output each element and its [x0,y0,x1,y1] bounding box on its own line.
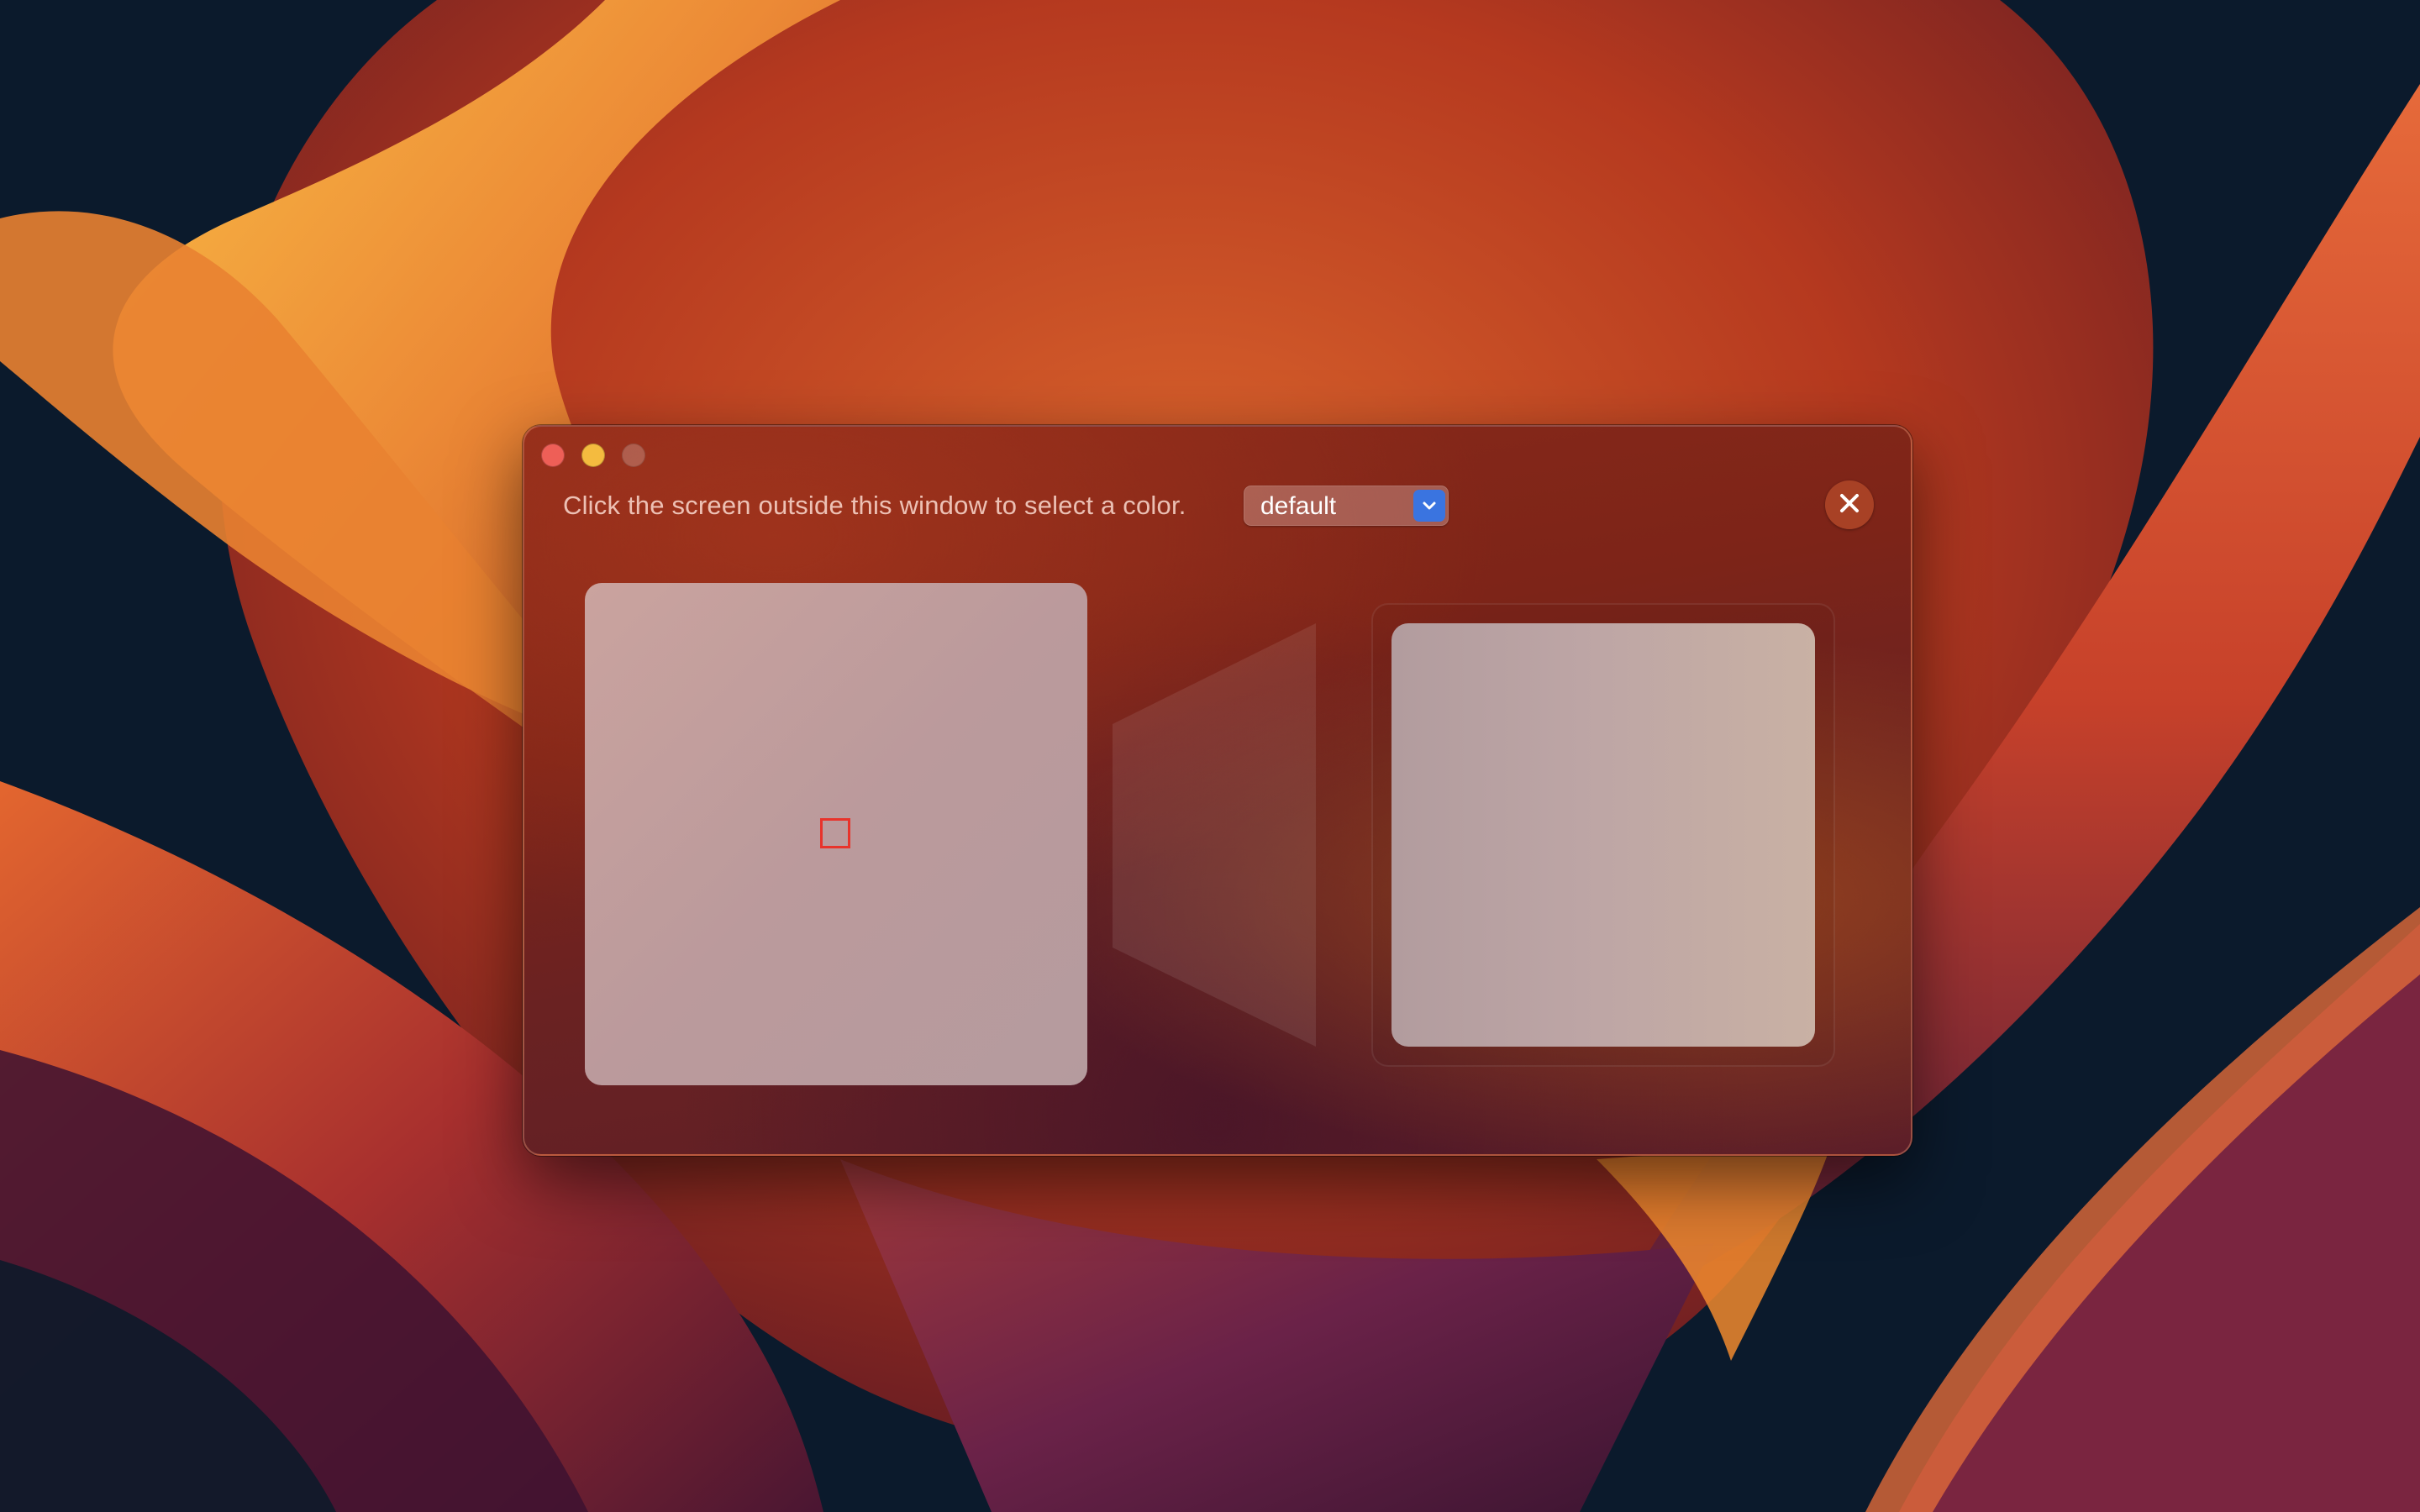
window-close-button[interactable] [541,444,565,467]
color-picker-window: Click the screen outside this window to … [523,425,1912,1156]
magnifier-beam [1113,623,1316,1047]
sampled-color-swatch[interactable] [1392,623,1815,1047]
window-zoom-button [622,444,645,467]
magnifier-loupe [585,583,1087,1085]
loupe-reticle [820,818,850,848]
close-picker-button[interactable] [1825,480,1874,529]
desktop: Click the screen outside this window to … [0,0,2420,1512]
window-minimize-button[interactable] [581,444,605,467]
close-icon [1837,491,1862,520]
chevron-down-icon[interactable] [1413,490,1445,522]
window-controls [541,444,645,467]
instruction-text: Click the screen outside this window to … [563,491,1186,520]
